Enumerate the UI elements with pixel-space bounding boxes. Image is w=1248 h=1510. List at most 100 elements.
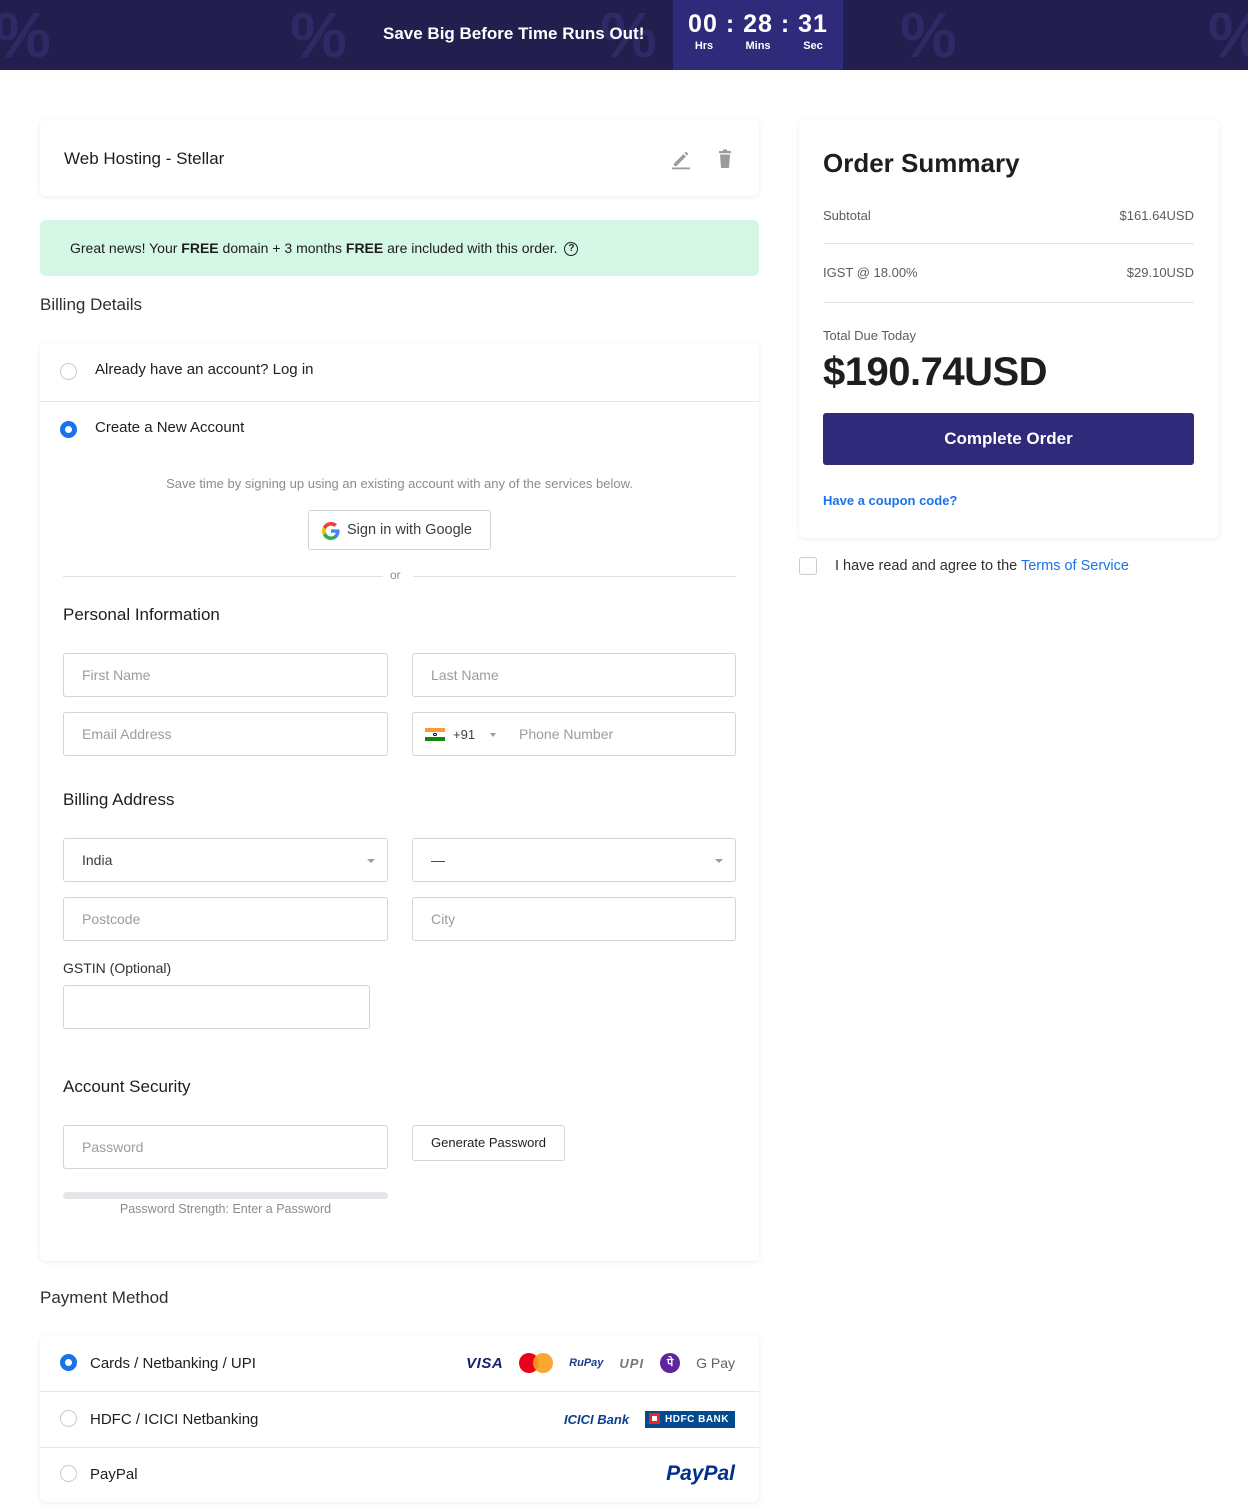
- google-signin-button[interactable]: Sign in with Google: [308, 510, 491, 550]
- billing-address-title: Billing Address: [63, 790, 175, 809]
- visa-logo: VISA: [466, 1354, 504, 1372]
- payment-option-cards[interactable]: Cards / Netbanking / UPI VISA RuPay UPI …: [40, 1336, 759, 1391]
- chevron-down-icon[interactable]: [490, 733, 496, 737]
- last-name-input[interactable]: Last Name: [412, 653, 736, 697]
- percent-decor-icon: %: [900, 0, 957, 70]
- country-value: India: [82, 852, 113, 868]
- gpay-logo: G Pay: [696, 1355, 735, 1371]
- trash-icon[interactable]: [714, 148, 736, 170]
- create-account-radio[interactable]: [60, 421, 77, 438]
- order-summary-card: Order Summary Subtotal $161.64USD IGST @…: [799, 120, 1219, 538]
- timer-seconds-label: Sec: [803, 40, 823, 52]
- tos-text: I have read and agree to the: [835, 558, 1021, 574]
- timer-hours-label: Hrs: [694, 40, 714, 52]
- payment-logos: PayPal: [666, 1461, 735, 1487]
- state-select[interactable]: —: [412, 838, 736, 882]
- tax-row: IGST @ 18.00% $29.10USD: [823, 265, 1194, 280]
- chevron-down-icon: [715, 859, 723, 863]
- upi-logo: UPI: [619, 1355, 645, 1371]
- percent-decor-icon: %: [290, 0, 347, 70]
- phone-input[interactable]: Phone Number: [519, 726, 613, 742]
- password-strength-bar: [63, 1192, 388, 1199]
- promo-headline: Save Big Before Time Runs Out!: [383, 24, 645, 43]
- timer-separator: :: [780, 10, 791, 38]
- create-account-row[interactable]: Create a New Account: [40, 401, 759, 451]
- phone-field[interactable]: +91 Phone Number: [412, 712, 736, 756]
- state-value: —: [431, 852, 445, 868]
- mastercard-logo: [519, 1353, 554, 1373]
- tos-agreement: I have read and agree to the Terms of Se…: [799, 557, 1219, 577]
- help-icon[interactable]: ?: [564, 242, 579, 257]
- gstin-label: GSTIN (Optional): [63, 960, 172, 976]
- payment-radio-cards[interactable]: [60, 1354, 77, 1371]
- payment-radio-netbanking[interactable]: [60, 1410, 77, 1427]
- percent-decor-icon: %: [0, 0, 51, 70]
- total-due-amount: $190.74USD: [823, 350, 1048, 394]
- payment-option-netbanking[interactable]: HDFC / ICICI Netbanking ICICI Bank HDFC …: [40, 1392, 759, 1447]
- password-input[interactable]: Password: [63, 1125, 388, 1169]
- coupon-code-link[interactable]: Have a coupon code?: [823, 493, 957, 508]
- generate-password-button[interactable]: Generate Password: [412, 1125, 565, 1161]
- google-icon: [322, 522, 340, 540]
- edit-icon[interactable]: [670, 148, 692, 170]
- free-domain-notice: Great news! Your FREE domain + 3 months …: [40, 220, 759, 276]
- product-name: Web Hosting - Stellar: [64, 149, 225, 168]
- total-due-label: Total Due Today: [823, 328, 916, 343]
- payment-method-title: Payment Method: [40, 1288, 169, 1307]
- login-option-row[interactable]: Already have an account? Log in: [40, 343, 759, 401]
- billing-details-title: Billing Details: [40, 295, 143, 314]
- login-option-label: Already have an account? Log in: [95, 361, 314, 378]
- phonepe-logo: पे: [660, 1353, 681, 1373]
- payment-option-label: PayPal: [90, 1466, 138, 1483]
- subtotal-label: Subtotal: [823, 208, 871, 223]
- tos-checkbox[interactable]: [799, 557, 817, 575]
- divider: [823, 243, 1194, 244]
- divider: [413, 576, 736, 577]
- account-security-title: Account Security: [63, 1077, 191, 1096]
- india-flag-icon[interactable]: [425, 728, 445, 741]
- google-button-label: Sign in with Google: [347, 522, 472, 538]
- country-select[interactable]: India: [63, 838, 388, 882]
- rupay-logo: RuPay: [569, 1357, 604, 1369]
- personal-info-title: Personal Information: [63, 605, 220, 624]
- complete-order-button[interactable]: Complete Order: [823, 413, 1194, 465]
- postcode-input[interactable]: Postcode: [63, 897, 388, 941]
- divider: [823, 302, 1194, 303]
- email-input[interactable]: Email Address: [63, 712, 388, 756]
- countdown-timer: 00 : 28 : 31 Hrs Mins Sec: [673, 0, 843, 70]
- payment-radio-paypal[interactable]: [60, 1465, 77, 1482]
- subtotal-value: $161.64USD: [1119, 208, 1194, 223]
- notice-free-highlight: FREE: [345, 240, 384, 256]
- terms-of-service-link[interactable]: Terms of Service: [1021, 558, 1129, 574]
- notice-free-highlight: FREE: [181, 240, 219, 256]
- cart-product-card: Web Hosting - Stellar: [40, 120, 759, 196]
- icici-bank-logo: ICICI Bank: [564, 1411, 630, 1427]
- notice-text: domain + 3 months: [218, 240, 346, 256]
- login-radio[interactable]: [60, 363, 77, 380]
- payment-option-label: HDFC / ICICI Netbanking: [90, 1411, 259, 1428]
- first-name-input[interactable]: First Name: [63, 653, 388, 697]
- payment-logos: VISA RuPay UPI पे G Pay: [466, 1350, 735, 1376]
- dial-code[interactable]: +91: [453, 727, 475, 742]
- timer-seconds: 31: [798, 10, 828, 38]
- create-account-label: Create a New Account: [95, 419, 245, 436]
- paypal-logo: PayPal: [666, 1462, 735, 1485]
- timer-separator: :: [725, 10, 736, 38]
- timer-hours: 00: [688, 10, 718, 38]
- or-separator: or: [390, 568, 401, 582]
- city-input[interactable]: City: [412, 897, 736, 941]
- percent-decor-icon: %: [1208, 0, 1248, 70]
- tax-value: $29.10USD: [1126, 265, 1194, 280]
- countdown-digits: 00 : 28 : 31: [673, 10, 843, 39]
- notice-text: are included with this order.: [383, 240, 558, 256]
- timer-minutes-label: Mins: [745, 40, 771, 52]
- timer-minutes: 28: [743, 10, 773, 38]
- tax-label: IGST @ 18.00%: [823, 265, 918, 280]
- payment-logos: ICICI Bank HDFC BANK: [564, 1406, 735, 1432]
- gstin-input[interactable]: [63, 985, 370, 1029]
- subtotal-row: Subtotal $161.64USD: [823, 208, 1194, 223]
- hdfc-bank-logo: HDFC BANK: [645, 1410, 735, 1428]
- password-strength-text: Password Strength: Enter a Password: [119, 1202, 332, 1216]
- notice-text: Great news! Your: [70, 240, 182, 256]
- payment-option-paypal[interactable]: PayPal PayPal: [40, 1447, 759, 1502]
